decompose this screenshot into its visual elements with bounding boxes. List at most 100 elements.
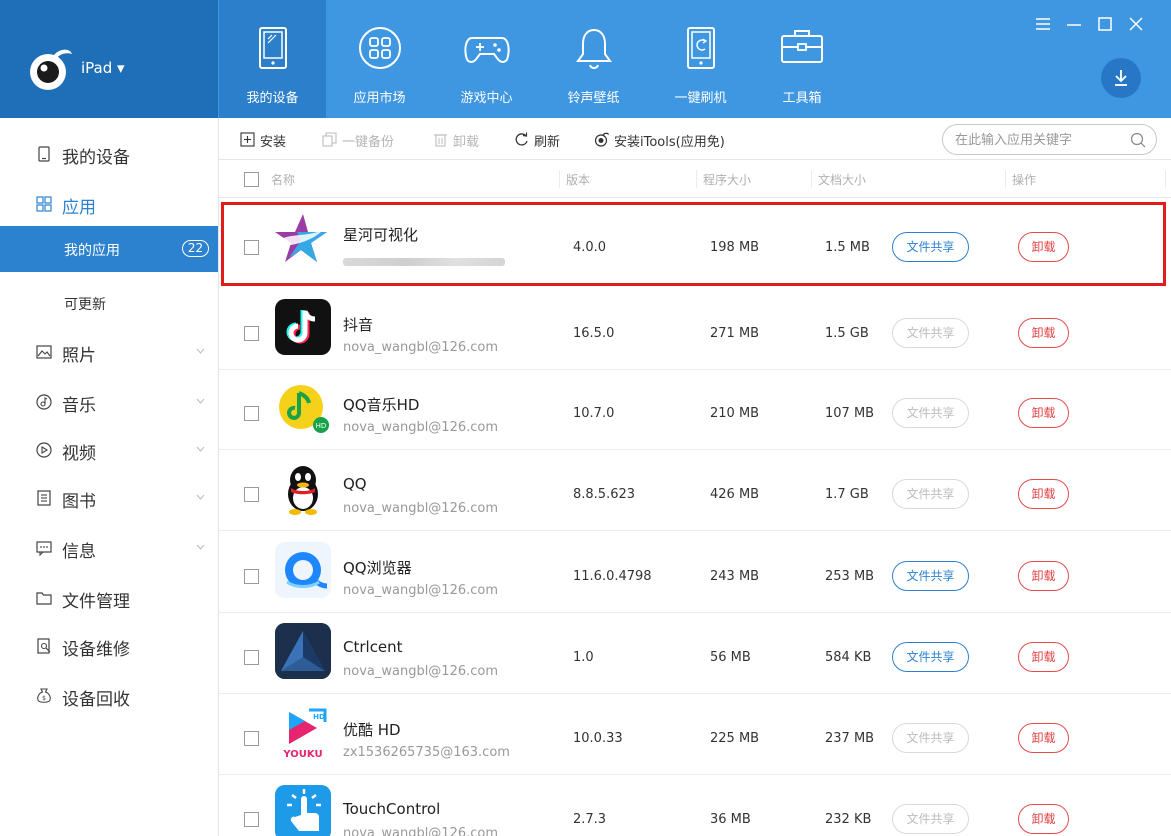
table-row[interactable]: 星河可视化 4.0.0 198 MB 1.5 MB 文件共享 卸载: [221, 202, 1166, 286]
column-header-version[interactable]: 版本: [566, 171, 590, 188]
app-version: 11.6.0.4798: [573, 569, 652, 584]
row-checkbox[interactable]: [244, 487, 259, 502]
row-checkbox[interactable]: [244, 569, 259, 584]
account-redacted: [343, 258, 505, 266]
refresh-button[interactable]: 刷新: [514, 131, 574, 150]
device-name[interactable]: iPad ▾: [81, 59, 125, 77]
itools-mini-icon: [594, 132, 609, 147]
sidebar-item-label: 图书: [62, 492, 96, 512]
install-itools-button[interactable]: 安装iTools(应用免): [594, 131, 764, 150]
uninstall-button[interactable]: 卸载: [1018, 318, 1069, 348]
bell-icon: [575, 28, 612, 69]
row-checkbox[interactable]: [244, 240, 259, 255]
row-checkbox[interactable]: [244, 731, 259, 746]
install-button[interactable]: 安装: [240, 131, 300, 150]
file-share-button[interactable]: 文件共享: [892, 561, 969, 591]
file-share-button[interactable]: 文件共享: [892, 723, 969, 753]
sidebar-item-messages[interactable]: 信息: [0, 528, 218, 568]
row-checkbox[interactable]: [244, 406, 259, 421]
sidebar-item-books[interactable]: 图书: [0, 478, 218, 518]
uninstall-button[interactable]: 卸载: [1018, 561, 1069, 591]
file-share-button[interactable]: 文件共享: [892, 479, 969, 509]
sidebar-item-label: 信息: [62, 542, 96, 562]
backup-button[interactable]: 一键备份: [322, 131, 412, 150]
table-row[interactable]: HD YOUKU 优酷 HD zx1536265735@163.com 10.0…: [219, 693, 1171, 775]
app-version: 10.7.0: [573, 406, 615, 421]
search-icon[interactable]: [1130, 132, 1146, 148]
uninstall-button[interactable]: 卸载: [1018, 723, 1069, 753]
table-row[interactable]: HD QQ音乐HD nova_wangbl@126.com 10.7.0 210…: [219, 368, 1171, 450]
tab-my-device[interactable]: 我的设备: [219, 0, 326, 118]
sidebar-item-apps[interactable]: 应用: [0, 184, 218, 224]
uninstall-button[interactable]: 卸载: [1018, 479, 1069, 509]
column-divider: [1005, 170, 1006, 188]
maximize-icon[interactable]: [1097, 14, 1113, 34]
table-row[interactable]: Ctrlcent nova_wangbl@126.com 1.0 56 MB 5…: [219, 612, 1171, 694]
device-selector[interactable]: iPad ▾: [0, 0, 218, 118]
app-version: 10.0.33: [573, 731, 623, 746]
table-row[interactable]: 抖音 nova_wangbl@126.com 16.5.0 271 MB 1.5…: [219, 288, 1171, 370]
uninstall-button[interactable]: 卸载: [1018, 804, 1069, 834]
app-version: 1.0: [573, 650, 594, 665]
table-row[interactable]: QQ nova_wangbl@126.com 8.8.5.623 426 MB …: [219, 449, 1171, 531]
sidebar-item-device-repair[interactable]: 设备维修: [0, 626, 218, 666]
app-version: 8.8.5.623: [573, 487, 636, 502]
menu-icon[interactable]: [1035, 14, 1051, 34]
touchcontrol-app-icon: [275, 785, 331, 836]
row-checkbox[interactable]: [244, 650, 259, 665]
uninstall-button[interactable]: 卸载: [1018, 642, 1069, 672]
app-size: 210 MB: [710, 406, 760, 421]
tab-app-market[interactable]: 应用市场: [326, 0, 433, 118]
install-itools-label: 安装iTools(应用免): [614, 135, 725, 150]
youku-app-icon: HD YOUKU: [275, 704, 331, 760]
file-share-button[interactable]: 文件共享: [892, 804, 969, 834]
uninstall-button[interactable]: 卸载: [1018, 232, 1069, 262]
toolbar: 安装 一键备份 卸载 刷新 安装iTools(应用免): [219, 118, 1171, 160]
search-box[interactable]: [942, 124, 1157, 155]
sidebar-item-video[interactable]: 视频: [0, 430, 218, 470]
column-divider: [696, 170, 697, 188]
sidebar-item-photos[interactable]: 照片: [0, 332, 218, 372]
search-input[interactable]: [955, 130, 1115, 150]
file-share-button[interactable]: 文件共享: [892, 318, 969, 348]
qq-app-icon: [275, 460, 331, 516]
message-icon: [36, 541, 52, 556]
sidebar-item-updatable[interactable]: 可更新: [0, 280, 218, 326]
tab-game-center[interactable]: 游戏中心: [433, 0, 540, 118]
select-all-checkbox[interactable]: [244, 172, 259, 187]
doc-size: 253 MB: [825, 569, 875, 584]
sidebar-item-music[interactable]: 音乐: [0, 382, 218, 422]
app-account: nova_wangbl@126.com: [343, 340, 499, 355]
trash-icon: [434, 134, 447, 147]
column-divider: [1165, 170, 1166, 188]
uninstall-toolbar-button[interactable]: 卸载: [433, 131, 493, 150]
sidebar-item-my-device[interactable]: 我的设备: [0, 134, 218, 174]
sidebar-item-label: 应用: [62, 198, 96, 218]
tab-one-click-flash[interactable]: 一键刷机: [647, 0, 754, 118]
tab-toolbox[interactable]: 工具箱: [754, 0, 850, 118]
svg-text:$: $: [42, 695, 46, 702]
file-share-button[interactable]: 文件共享: [892, 232, 969, 262]
tab-label: 铃声壁纸: [567, 91, 620, 106]
column-header-app-size[interactable]: 程序大小: [703, 171, 751, 188]
sidebar-item-device-recycle[interactable]: $ 设备回收: [0, 676, 218, 716]
row-checkbox[interactable]: [244, 326, 259, 341]
file-share-button[interactable]: 文件共享: [892, 398, 969, 428]
app-name: Ctrlcent: [343, 638, 403, 656]
column-header-doc-size[interactable]: 文档大小: [818, 171, 866, 188]
uninstall-button[interactable]: 卸载: [1018, 398, 1069, 428]
sidebar-item-my-apps[interactable]: 我的应用 22: [0, 226, 218, 272]
close-icon[interactable]: [1128, 14, 1144, 34]
table-row[interactable]: QQ浏览器 nova_wangbl@126.com 11.6.0.4798 24…: [219, 531, 1171, 613]
minimize-icon[interactable]: [1066, 14, 1082, 34]
file-share-button[interactable]: 文件共享: [892, 642, 969, 672]
download-button[interactable]: [1101, 58, 1141, 98]
svg-text:HD: HD: [313, 713, 325, 721]
table-row[interactable]: TouchControl nova_wangbl@126.com 2.7.3 3…: [219, 774, 1171, 836]
tab-ringtone-wallpaper[interactable]: 铃声壁纸: [540, 0, 647, 118]
column-header-name[interactable]: 名称: [271, 171, 295, 188]
app-account: zx1536265735@163.com: [343, 745, 510, 760]
itools-logo-icon: [30, 49, 72, 90]
row-checkbox[interactable]: [244, 812, 259, 827]
sidebar-item-file-manager[interactable]: 文件管理: [0, 578, 218, 618]
